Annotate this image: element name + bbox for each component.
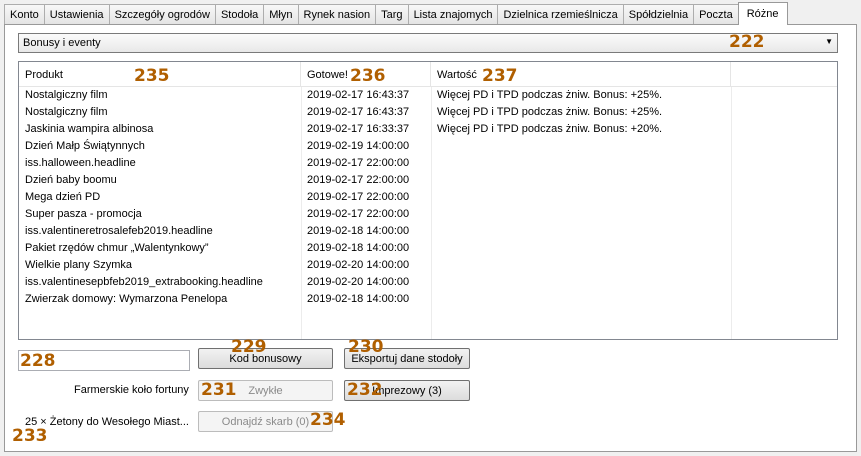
table-row[interactable]: Wielkie plany Szymka 2019-02-20 14:00:00 [19, 257, 837, 274]
table-row[interactable]: Dzień baby boomu 2019-02-17 22:00:00 [19, 172, 837, 189]
cell-value [431, 291, 731, 308]
cell-product: Super pasza - promocja [25, 208, 142, 220]
cell-product: Mega dzień PD [25, 191, 101, 203]
table-row[interactable]: Super pasza - promocja 2019-02-17 22:00:0… [19, 206, 837, 223]
table-row[interactable]: iss.valentineretrosalefeb2019.headline 20… [19, 223, 837, 240]
tab-szczegoly-ogrodow[interactable]: Szczegóły ogrodów [108, 4, 216, 25]
fortune-wheel-label: Farmerskie koło fortuny [74, 384, 189, 396]
table-row[interactable]: Pakiet rzędów chmur „Walentynkowy” 2019-0… [19, 240, 837, 257]
cell-value [431, 240, 731, 257]
cell-product: Wielkie plany Szymka [25, 259, 132, 271]
cell-ready: 2019-02-17 16:33:37 [307, 123, 410, 135]
cell-ready: 2019-02-17 22:00:00 [307, 174, 410, 186]
cell-product: iss.valentinesepbfeb2019_extrabooking.he… [25, 276, 263, 288]
table-row[interactable]: Nostalgiczny film 2019-02-17 16:43:37 Więc… [19, 104, 837, 121]
table-row[interactable]: Dzień Małp Świątynnych 2019-02-19 14:00:0… [19, 138, 837, 155]
tab-dzielnica-rzemieslnicza[interactable]: Dzielnica rzemieślnicza [497, 4, 624, 25]
cell-ready: 2019-02-17 22:00:00 [307, 157, 410, 169]
annotation-236: 236 [350, 66, 386, 86]
cell-ready: 2019-02-19 14:00:00 [307, 140, 410, 152]
annotation-228: 228 [20, 351, 56, 371]
annotation-235: 235 [134, 66, 170, 86]
cell-product: Dzień Małp Świątynnych [25, 140, 145, 152]
cell-ready: 2019-02-18 14:00:00 [307, 242, 410, 254]
annotation-234: 234 [310, 410, 346, 430]
annotation-232: 232 [347, 380, 383, 400]
tab-ustawienia[interactable]: Ustawienia [43, 4, 110, 25]
category-dropdown-value: Bonusy i eventy [23, 37, 101, 49]
annotation-229: 229 [231, 337, 267, 357]
cell-product: iss.halloween.headline [25, 157, 136, 169]
cell-ready: 2019-02-20 14:00:00 [307, 276, 410, 288]
cell-ready: 2019-02-17 16:43:37 [307, 89, 410, 101]
cell-value [431, 206, 731, 223]
table-row[interactable]: iss.valentinesepbfeb2019_extrabooking.he… [19, 274, 837, 291]
chevron-down-icon: ▼ [825, 37, 833, 46]
tab-konto[interactable]: Konto [4, 4, 45, 25]
annotation-231: 231 [201, 380, 237, 400]
tab-spoldzielnia[interactable]: Spółdzielnia [622, 4, 695, 25]
annotation-233: 233 [12, 426, 48, 446]
cell-ready: 2019-02-20 14:00:00 [307, 259, 410, 271]
tab-lista-znajomych[interactable]: Lista znajomych [407, 4, 499, 25]
column-header-empty [731, 62, 837, 87]
cell-value [431, 155, 731, 172]
cell-product: Dzień baby boomu [25, 174, 117, 186]
tokens-label: 25 × Żetony do Wesołego Miast... [25, 416, 189, 428]
cell-ready: 2019-02-17 22:00:00 [307, 191, 410, 203]
table-row[interactable]: iss.halloween.headline 2019-02-17 22:00:0… [19, 155, 837, 172]
annotation-222: 222 [729, 32, 765, 52]
table-row[interactable]: Mega dzień PD 2019-02-17 22:00:00 [19, 189, 837, 206]
cell-value: Więcej PD i TPD podczas żniw. Bonus: +25… [437, 89, 663, 101]
category-dropdown[interactable]: Bonusy i eventy ▼ [18, 33, 838, 53]
list-rows: Nostalgiczny film 2019-02-17 16:43:37 Więc… [19, 87, 837, 308]
tab-targ[interactable]: Targ [375, 4, 409, 25]
cell-product: Nostalgiczny film [25, 106, 108, 118]
cell-ready: 2019-02-17 16:43:37 [307, 106, 410, 118]
tab-poczta[interactable]: Poczta [693, 4, 739, 25]
cell-value: Więcej PD i TPD podczas żniw. Bonus: +25… [437, 106, 663, 118]
bonus-event-list[interactable]: Produkt Gotowe! Wartość Nostalgiczny fil… [18, 61, 838, 340]
annotation-230: 230 [348, 337, 384, 357]
cell-value: Więcej PD i TPD podczas żniw. Bonus: +20… [437, 123, 663, 135]
cell-value [431, 257, 731, 274]
cell-product: Jaskinia wampira albinosa [25, 123, 154, 135]
cell-product: Pakiet rzędów chmur „Walentynkowy” [25, 242, 209, 254]
cell-product: iss.valentineretrosalefeb2019.headline [25, 225, 213, 237]
cell-value [431, 189, 731, 206]
cell-ready: 2019-02-18 14:00:00 [307, 225, 410, 237]
cell-ready: 2019-02-18 14:00:00 [307, 293, 410, 305]
tab-rozne[interactable]: Różne [737, 2, 788, 25]
cell-ready: 2019-02-17 22:00:00 [307, 208, 410, 220]
tab-rynek-nasion[interactable]: Rynek nasion [297, 4, 377, 25]
cell-value [431, 172, 731, 189]
annotation-237: 237 [482, 66, 518, 86]
tab-stodola[interactable]: Stodoła [214, 4, 265, 25]
cell-product: Nostalgiczny film [25, 89, 108, 101]
cell-value [431, 223, 731, 240]
table-row[interactable]: Jaskinia wampira albinosa 2019-02-17 16:3… [19, 121, 837, 138]
table-row[interactable]: Zwierzak domowy: Wymarzona Penelopa 2019-… [19, 291, 837, 308]
cell-value [431, 138, 731, 155]
tab-mlyn[interactable]: Młyn [263, 4, 299, 25]
tab-bar: Konto Ustawienia Szczegóły ogrodów Stodo… [4, 2, 788, 25]
cell-product: Zwierzak domowy: Wymarzona Penelopa [25, 293, 228, 305]
cell-value [431, 274, 731, 291]
column-header-value[interactable]: Wartość [431, 62, 731, 87]
table-row[interactable]: Nostalgiczny film 2019-02-17 16:43:37 Więc… [19, 87, 837, 104]
